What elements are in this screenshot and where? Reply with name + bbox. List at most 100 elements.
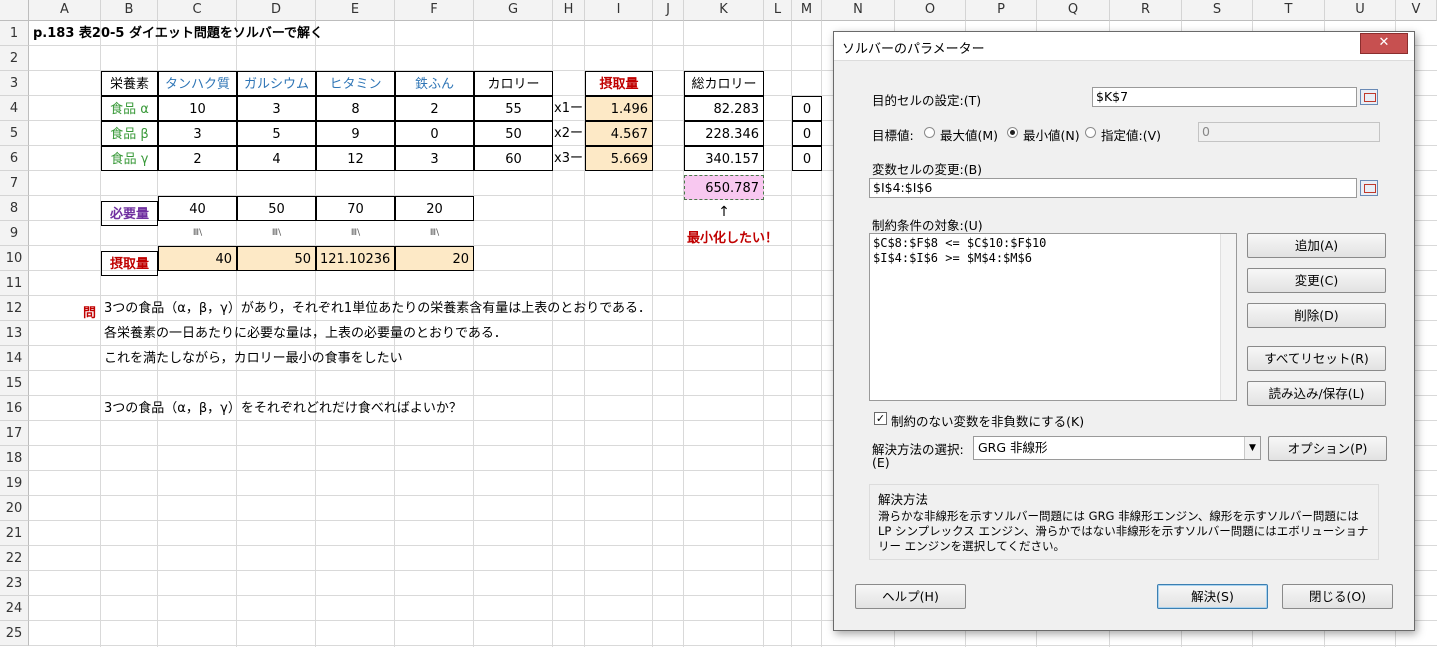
collapse-objective-icon[interactable] bbox=[1360, 89, 1378, 105]
intake-value-cell[interactable]: 5.669 bbox=[585, 146, 653, 171]
nutrient-value-cell[interactable]: 2 bbox=[395, 96, 474, 121]
constraints-list[interactable]: $C$8:$F$8 <= $C$10:$F$10 $I$4:$I$6 >= $M… bbox=[869, 233, 1237, 401]
food-name-cell[interactable]: 食品 β bbox=[101, 121, 158, 146]
total-calorie-header[interactable]: 総カロリー bbox=[684, 71, 764, 96]
nutrient-header[interactable]: ヒタミン bbox=[316, 71, 395, 96]
nutrient-value-cell[interactable]: 9 bbox=[316, 121, 395, 146]
column-header[interactable]: T bbox=[1253, 0, 1325, 21]
intake-label[interactable]: 摂取量 bbox=[101, 251, 158, 276]
column-header[interactable]: A bbox=[29, 0, 101, 21]
column-header[interactable]: S bbox=[1182, 0, 1253, 21]
food-name-cell[interactable]: 食品 γ bbox=[101, 146, 158, 171]
required-value-cell[interactable]: 20 bbox=[395, 196, 474, 221]
help-button[interactable]: ヘルプ(H) bbox=[855, 584, 966, 609]
row-header[interactable]: 2 bbox=[0, 46, 29, 71]
radio-value-label[interactable]: 指定値:(V) bbox=[1101, 125, 1161, 144]
radio-max-label[interactable]: 最大値(M) bbox=[940, 125, 998, 144]
lower-bound-cell[interactable]: 0 bbox=[792, 121, 822, 146]
nutrient-header[interactable]: タンハク質 bbox=[158, 71, 237, 96]
delete-button[interactable]: 削除(D) bbox=[1247, 303, 1386, 328]
row-header[interactable]: 18 bbox=[0, 446, 29, 471]
sheet-title[interactable]: p.183 表20-5 ダイエット問題をソルバーで解く bbox=[30, 21, 530, 46]
nutrient-header[interactable]: ガルシウム bbox=[237, 71, 316, 96]
radio-min-label[interactable]: 最小値(N) bbox=[1023, 125, 1080, 144]
row-header[interactable]: 9 bbox=[0, 221, 29, 246]
required-label[interactable]: 必要量 bbox=[101, 201, 158, 226]
row-header[interactable]: 19 bbox=[0, 471, 29, 496]
column-header[interactable]: E bbox=[316, 0, 395, 21]
geq-symbol-cell[interactable]: Ⅲ\ bbox=[316, 221, 395, 246]
intake-total-cell[interactable]: 20 bbox=[395, 246, 474, 271]
problem-text-line[interactable]: 各栄養素の一日あたりに必要な量は，上表の必要量のとおりである． bbox=[101, 321, 801, 346]
row-header[interactable]: 3 bbox=[0, 71, 29, 96]
nutrient-value-cell[interactable]: 3 bbox=[395, 146, 474, 171]
options-button[interactable]: オプション(P) bbox=[1268, 436, 1387, 461]
column-header[interactable]: K bbox=[684, 0, 764, 21]
change-button[interactable]: 変更(C) bbox=[1247, 268, 1386, 293]
nutrient-value-cell[interactable]: 50 bbox=[474, 121, 553, 146]
select-all-corner[interactable] bbox=[0, 0, 29, 21]
column-header[interactable]: G bbox=[474, 0, 553, 21]
row-header[interactable]: 11 bbox=[0, 271, 29, 296]
dialog-titlebar[interactable]: ソルバーのパラメーター ✕ bbox=[834, 32, 1414, 61]
row-header[interactable]: 23 bbox=[0, 571, 29, 596]
row-header[interactable]: 8 bbox=[0, 196, 29, 221]
row-header[interactable]: 10 bbox=[0, 246, 29, 271]
intake-value-cell[interactable]: 4.567 bbox=[585, 121, 653, 146]
nutrient-value-cell[interactable]: 4 bbox=[237, 146, 316, 171]
row-header[interactable]: 7 bbox=[0, 171, 29, 196]
row-header[interactable]: 12 bbox=[0, 296, 29, 321]
geq-symbol-cell[interactable]: Ⅲ\ bbox=[158, 221, 237, 246]
lower-bound-cell[interactable]: 0 bbox=[792, 146, 822, 171]
problem-text-line[interactable]: 3つの食品（α，β，γ）をそれぞれどれだけ食べればよいか？ bbox=[101, 396, 801, 421]
intake-total-cell[interactable]: 121.10236 bbox=[316, 246, 395, 271]
variable-label[interactable]: x2ー bbox=[553, 121, 585, 146]
column-header[interactable]: L bbox=[764, 0, 792, 21]
solve-button[interactable]: 解決(S) bbox=[1157, 584, 1268, 609]
nonneg-checkbox[interactable]: ✓ bbox=[874, 412, 887, 425]
close-button[interactable]: 閉じる(O) bbox=[1282, 584, 1393, 609]
objective-input[interactable]: $K$7 bbox=[1092, 87, 1357, 107]
row-header[interactable]: 17 bbox=[0, 421, 29, 446]
changing-cells-input[interactable]: $I$4:$I$6 bbox=[869, 178, 1357, 198]
column-header[interactable]: O bbox=[895, 0, 966, 21]
calorie-total-cell[interactable]: 340.157 bbox=[684, 146, 764, 171]
row-header[interactable]: 6 bbox=[0, 146, 29, 171]
nutrient-value-cell[interactable]: 10 bbox=[158, 96, 237, 121]
nutrient-value-cell[interactable]: 8 bbox=[316, 96, 395, 121]
column-header[interactable]: Q bbox=[1037, 0, 1110, 21]
close-icon[interactable]: ✕ bbox=[1360, 33, 1408, 54]
column-header[interactable]: R bbox=[1110, 0, 1182, 21]
row-header[interactable]: 16 bbox=[0, 396, 29, 421]
collapse-changing-icon[interactable] bbox=[1360, 180, 1378, 196]
column-header[interactable]: V bbox=[1396, 0, 1437, 21]
radio-max[interactable] bbox=[924, 127, 935, 138]
nutrient-value-cell[interactable]: 0 bbox=[395, 121, 474, 146]
calorie-total-cell[interactable]: 228.346 bbox=[684, 121, 764, 146]
table-corner[interactable]: 栄養素 bbox=[101, 71, 158, 96]
total-sum-cell[interactable]: 650.787 bbox=[684, 175, 764, 200]
row-header[interactable]: 25 bbox=[0, 621, 29, 646]
column-header[interactable]: D bbox=[237, 0, 316, 21]
column-header[interactable]: N bbox=[822, 0, 895, 21]
load-save-button[interactable]: 読み込み/保存(L) bbox=[1247, 381, 1386, 406]
row-header[interactable]: 14 bbox=[0, 346, 29, 371]
nutrient-value-cell[interactable]: 2 bbox=[158, 146, 237, 171]
nutrient-value-cell[interactable]: 5 bbox=[237, 121, 316, 146]
nutrient-value-cell[interactable]: 3 bbox=[237, 96, 316, 121]
column-header[interactable]: J bbox=[653, 0, 684, 21]
method-select[interactable]: GRG 非線形 ▼ bbox=[973, 436, 1261, 460]
problem-text-line[interactable] bbox=[101, 371, 801, 396]
row-header[interactable]: 24 bbox=[0, 596, 29, 621]
value-of-input[interactable]: 0 bbox=[1198, 122, 1380, 142]
calorie-total-cell[interactable]: 82.283 bbox=[684, 96, 764, 121]
required-value-cell[interactable]: 50 bbox=[237, 196, 316, 221]
chevron-down-icon[interactable]: ▼ bbox=[1244, 437, 1260, 459]
nutrient-header[interactable]: 鉄ふん bbox=[395, 71, 474, 96]
variable-label[interactable]: x3ー bbox=[553, 146, 585, 171]
row-header[interactable]: 20 bbox=[0, 496, 29, 521]
column-header[interactable]: F bbox=[395, 0, 474, 21]
problem-text-line[interactable]: 3つの食品（α，β，γ）があり，それぞれ1単位あたりの栄養素含有量は上表のとおり… bbox=[101, 296, 801, 321]
column-header[interactable]: C bbox=[158, 0, 237, 21]
reset-all-button[interactable]: すべてリセット(R) bbox=[1247, 346, 1386, 371]
